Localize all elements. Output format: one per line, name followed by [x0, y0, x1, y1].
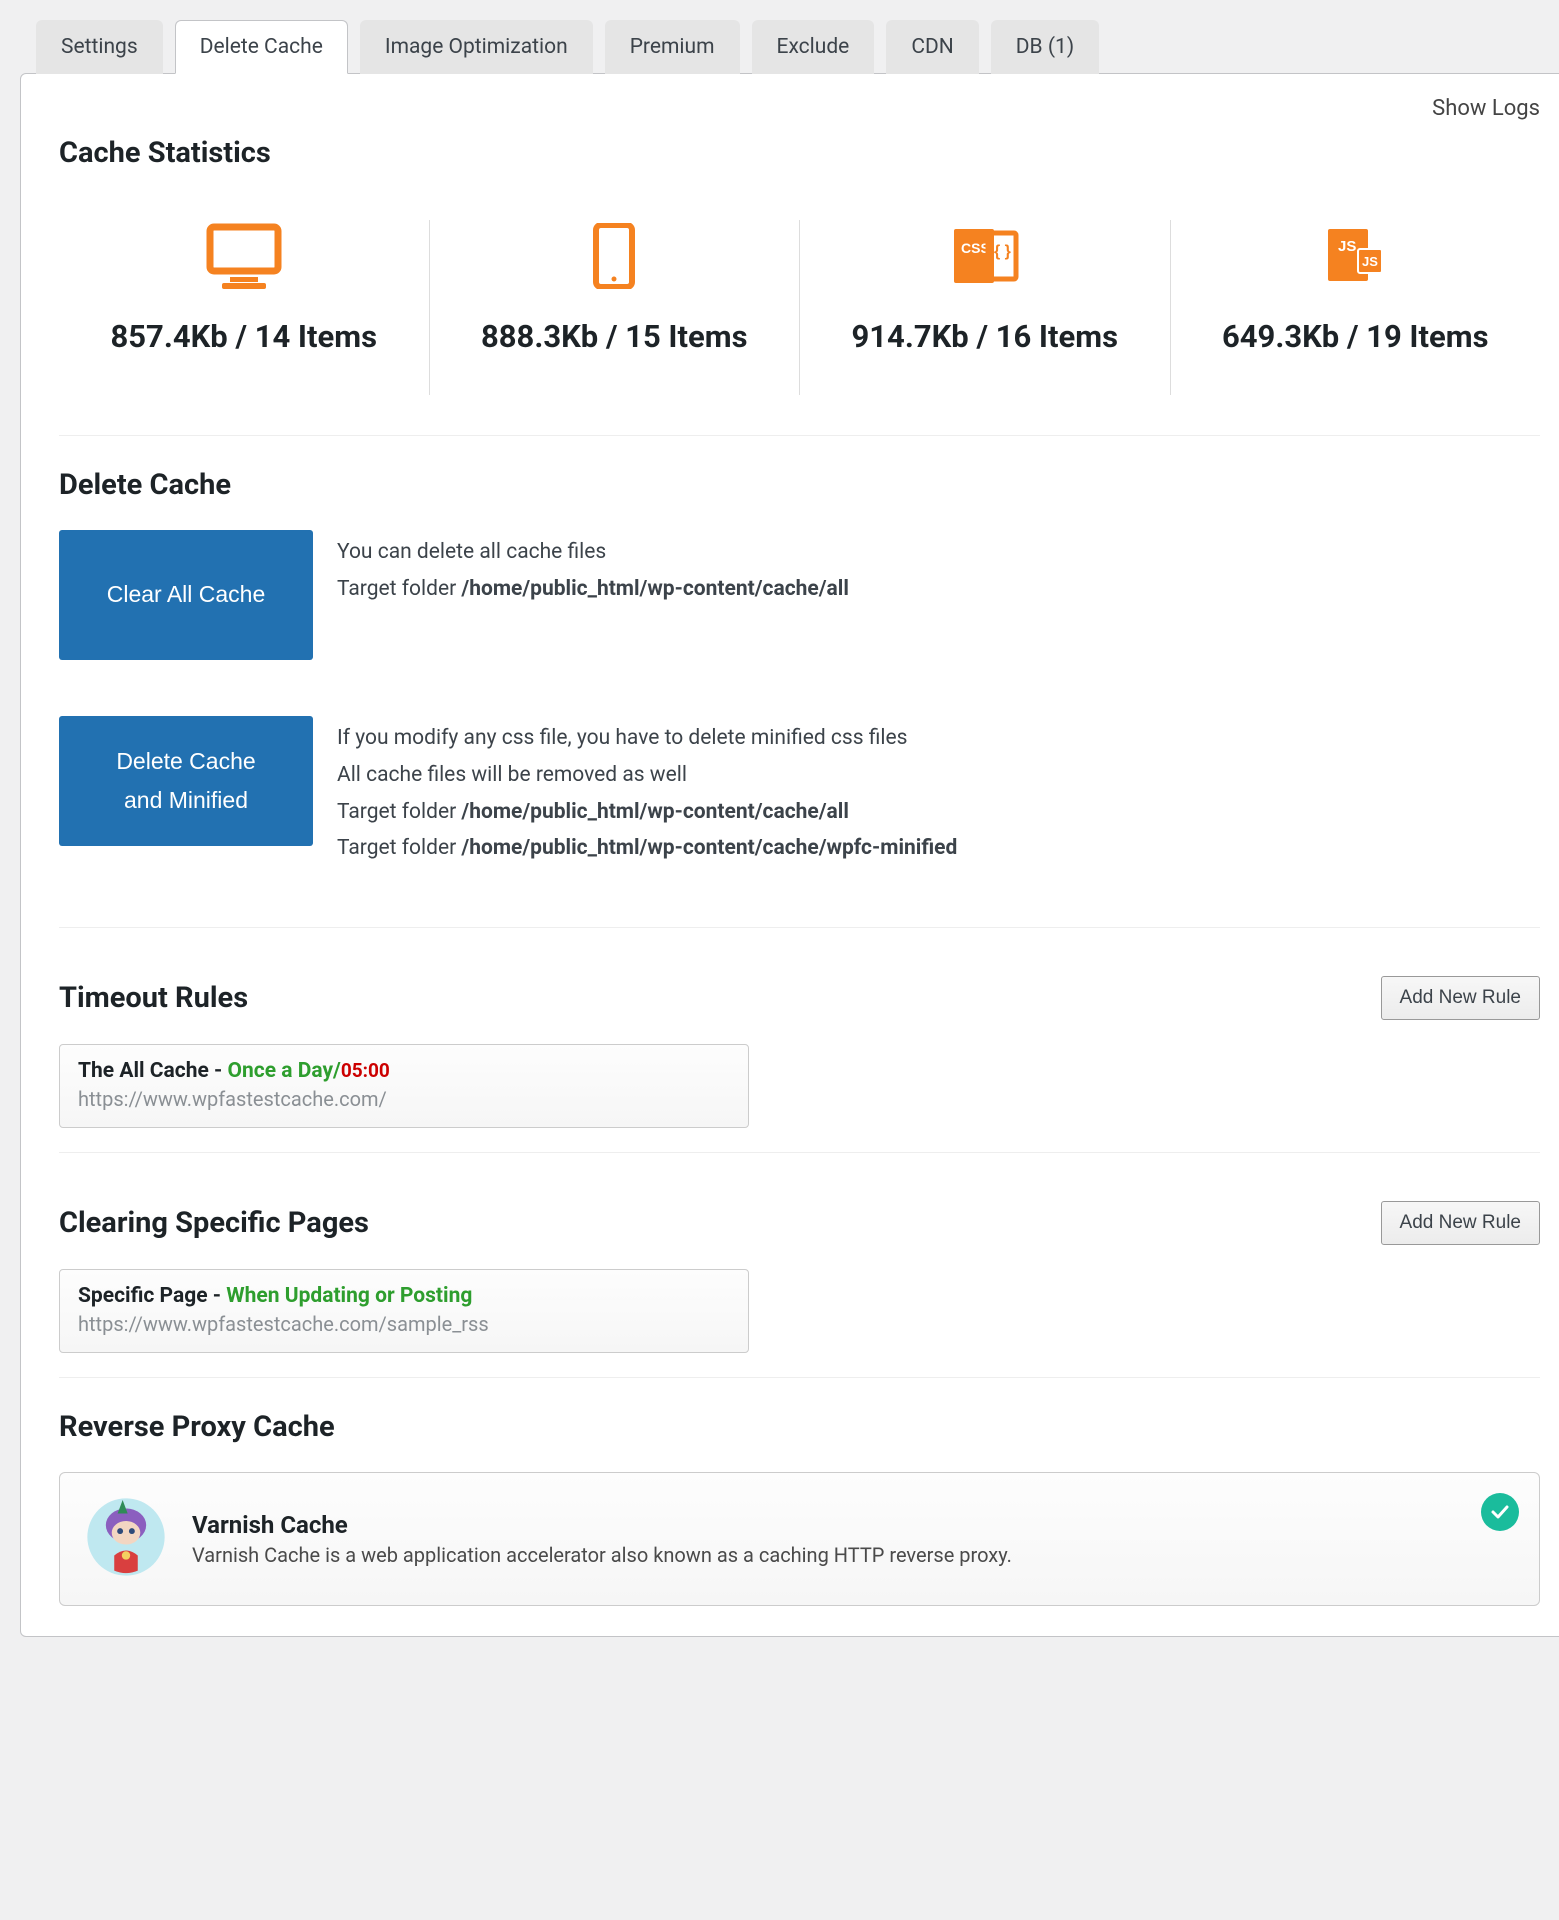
stat-js-value: 649.3Kb / 19 Items [1187, 318, 1525, 355]
timeout-rule-item[interactable]: The All Cache - Once a Day/05:00 https:/… [59, 1044, 749, 1128]
tab-premium[interactable]: Premium [605, 20, 740, 74]
delete-cache-minified-button[interactable]: Delete Cache and Minified [59, 716, 313, 846]
stat-css-value: 914.7Kb / 16 Items [816, 318, 1154, 355]
delete-minified-label-2: and Minified [124, 781, 248, 820]
clearing-rule-item[interactable]: Specific Page - When Updating or Posting… [59, 1269, 749, 1353]
timeout-rule-time: 05:00 [341, 1059, 390, 1082]
tab-panel: Show Logs Cache Statistics 857.4Kb / 14 … [20, 73, 1559, 1637]
delete-minified-target-path-1: /home/public_html/wp-content/cache/all [461, 800, 849, 824]
clearing-rule-name: Specific Page - [78, 1284, 226, 1308]
tab-image-optimization[interactable]: Image Optimization [360, 20, 593, 74]
clearing-rule-frequency: When Updating or Posting [226, 1284, 472, 1308]
varnish-desc: Varnish Cache is a web application accel… [192, 1543, 1012, 1567]
js-icon: JS JS [1187, 220, 1525, 292]
delete-minified-desc: If you modify any css file, you have to … [337, 716, 957, 867]
timeout-rule-frequency: Once a Day [228, 1059, 334, 1083]
section-reverse-proxy: Reverse Proxy Cache [59, 1410, 1540, 1444]
tab-delete-cache[interactable]: Delete Cache [175, 20, 348, 74]
clearing-rule-url: https://www.wpfastestcache.com/sample_rs… [78, 1312, 730, 1336]
varnish-name: Varnish Cache [192, 1511, 1012, 1539]
stat-mobile-value: 888.3Kb / 15 Items [446, 318, 784, 355]
varnish-mascot-icon [84, 1495, 168, 1583]
clear-all-line1: You can delete all cache files [337, 534, 849, 571]
section-delete-cache: Delete Cache [59, 468, 1540, 502]
svg-text:JS: JS [1362, 254, 1378, 269]
tab-db[interactable]: DB (1) [991, 20, 1099, 74]
delete-minified-line1: If you modify any css file, you have to … [337, 720, 957, 757]
svg-text:CSS: CSS [961, 240, 990, 256]
section-timeout-rules: Timeout Rules [59, 981, 248, 1015]
check-icon [1481, 1493, 1519, 1531]
timeout-rule-sep: / [333, 1059, 341, 1083]
tab-cdn[interactable]: CDN [886, 20, 978, 74]
clear-all-target-label: Target folder [337, 577, 461, 601]
svg-text:JS: JS [1338, 238, 1356, 255]
delete-minified-target-path-2: /home/public_html/wp-content/cache/wpfc-… [461, 836, 957, 860]
section-clearing-pages: Clearing Specific Pages [59, 1206, 369, 1240]
css-icon: CSS { } [816, 220, 1154, 292]
stat-desktop: 857.4Kb / 14 Items [59, 220, 430, 395]
delete-minified-label-1: Delete Cache [116, 742, 255, 781]
add-timeout-rule-button[interactable]: Add New Rule [1381, 976, 1540, 1020]
timeout-rule-name: The All Cache - [78, 1059, 228, 1083]
clear-all-cache-label: Clear All Cache [107, 575, 266, 614]
stat-mobile: 888.3Kb / 15 Items [430, 220, 801, 395]
varnish-cache-item[interactable]: Varnish Cache Varnish Cache is a web app… [59, 1472, 1540, 1606]
clear-all-desc: You can delete all cache files Target fo… [337, 530, 849, 608]
clear-all-target-path: /home/public_html/wp-content/cache/all [461, 577, 849, 601]
timeout-rule-url: https://www.wpfastestcache.com/ [78, 1087, 730, 1111]
tab-exclude[interactable]: Exclude [752, 20, 875, 74]
svg-text:{ }: { } [994, 243, 1011, 260]
clear-all-cache-button[interactable]: Clear All Cache [59, 530, 313, 660]
add-clearing-rule-button[interactable]: Add New Rule [1381, 1201, 1540, 1245]
delete-minified-line2: All cache files will be removed as well [337, 757, 957, 794]
desktop-icon [75, 220, 413, 292]
tab-settings[interactable]: Settings [36, 20, 163, 74]
show-logs-link[interactable]: Show Logs [1432, 96, 1540, 121]
stat-js: JS JS 649.3Kb / 19 Items [1171, 220, 1541, 395]
section-cache-statistics: Cache Statistics [59, 136, 1540, 170]
delete-minified-target-label-1: Target folder [337, 800, 461, 824]
stat-desktop-value: 857.4Kb / 14 Items [75, 318, 413, 355]
stat-css: CSS { } 914.7Kb / 16 Items [800, 220, 1171, 395]
mobile-icon [446, 220, 784, 292]
delete-minified-target-label-2: Target folder [337, 836, 461, 860]
